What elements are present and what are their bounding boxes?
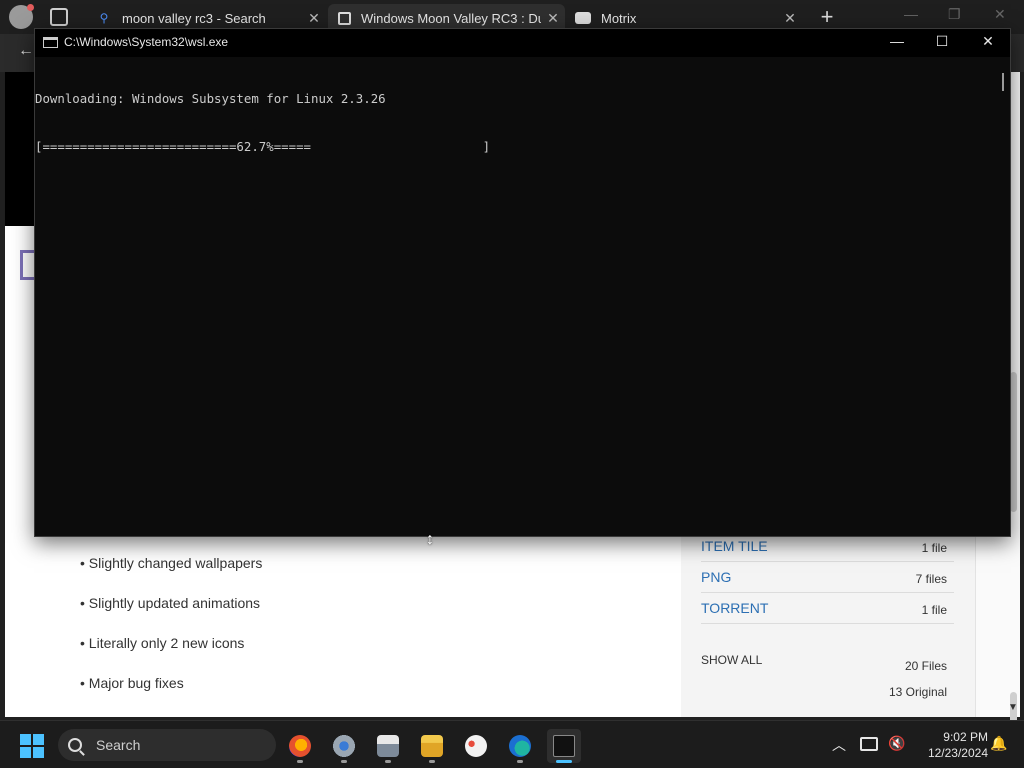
- taskbar-search[interactable]: Search: [58, 729, 276, 761]
- new-tab-button[interactable]: +: [815, 4, 839, 30]
- file-explorer-icon[interactable]: [415, 729, 449, 763]
- scrollbar-thumb[interactable]: [1010, 372, 1017, 512]
- changelog-item: • Slightly updated animations: [80, 595, 261, 611]
- file-type-count: 1 file: [921, 541, 947, 555]
- terminal-line: Downloading: Windows Subsystem for Linux…: [35, 91, 386, 106]
- terminal-output[interactable]: Downloading: Windows Subsystem for Linux…: [35, 59, 490, 187]
- file-type-link[interactable]: PNG: [701, 569, 731, 585]
- browser-minimize-icon[interactable]: —: [904, 6, 918, 22]
- file-type-link[interactable]: ITEM TILE: [701, 538, 768, 554]
- show-all-link[interactable]: SHOW ALL: [701, 653, 762, 667]
- changelog-item: • Major bug fixes: [80, 675, 184, 691]
- file-type-link[interactable]: TORRENT: [701, 600, 768, 616]
- edge-icon[interactable]: [503, 729, 537, 763]
- console-app-icon: [43, 37, 58, 48]
- console-title: C:\Windows\System32\wsl.exe: [64, 35, 229, 49]
- browser-close-icon[interactable]: ✕: [994, 6, 1006, 23]
- divider: [701, 592, 954, 593]
- tab-actions-icon[interactable]: [50, 8, 68, 26]
- speaker-muted-icon[interactable]: 🔇: [888, 735, 905, 752]
- file-type-count: 7 files: [915, 572, 947, 586]
- total-files: 20 Files: [904, 659, 947, 673]
- settings-icon[interactable]: [327, 729, 361, 763]
- show-hidden-icons[interactable]: ︿: [832, 735, 846, 755]
- start-button[interactable]: [20, 734, 44, 758]
- close-button[interactable]: ✕: [973, 33, 1003, 50]
- search-icon: [68, 738, 82, 752]
- search-label: Search: [96, 737, 141, 753]
- wsl-console-window[interactable]: C:\Windows\System32\wsl.exe — ☐ ✕ Downlo…: [34, 28, 1011, 537]
- printer-icon[interactable]: [371, 729, 405, 763]
- app-icon: [575, 12, 591, 24]
- terminal-icon[interactable]: [547, 729, 581, 763]
- browser-restore-icon[interactable]: ❐: [948, 6, 961, 23]
- changelog-item: • Slightly changed wallpapers: [80, 555, 263, 571]
- divider: [701, 561, 954, 562]
- changelog-item: • Literally only 2 new icons: [80, 635, 245, 651]
- tab-title: Motrix: [601, 10, 637, 26]
- paint-icon[interactable]: [459, 729, 493, 763]
- resize-cursor-icon: ↕: [426, 531, 434, 548]
- time: 9:02 PM: [943, 730, 988, 744]
- close-tab-icon[interactable]: ✕: [778, 10, 802, 27]
- date: 12/23/2024: [927, 746, 988, 760]
- close-tab-icon[interactable]: ✕: [541, 10, 565, 27]
- console-scrollbar-thumb[interactable]: [1002, 73, 1004, 91]
- original-files: 13 Original: [888, 685, 947, 699]
- tab-title: moon valley rc3 - Search: [122, 10, 266, 26]
- progress-bar-line: [==========================62.7%===== ]: [35, 139, 491, 154]
- firefox-icon[interactable]: [283, 729, 317, 763]
- scroll-down-icon[interactable]: ▼: [1008, 702, 1018, 713]
- maximize-button[interactable]: ☐: [927, 33, 957, 50]
- network-icon[interactable]: [860, 737, 878, 751]
- archive-logo-icon: [20, 250, 34, 280]
- notification-icon[interactable]: 🔔: [990, 735, 1007, 752]
- taskbar: Search ︿ 🔇 9:02 PM 12/23/2024 🔔: [0, 720, 1024, 768]
- file-type-count: 1 file: [921, 603, 947, 617]
- search-icon: ⚲: [99, 11, 109, 25]
- console-title-bar[interactable]: C:\Windows\System32\wsl.exe — ☐ ✕: [35, 29, 1010, 57]
- minimize-button[interactable]: —: [882, 33, 912, 49]
- profile-avatar-icon[interactable]: [9, 4, 34, 29]
- divider: [701, 623, 954, 624]
- close-tab-icon[interactable]: ✕: [302, 10, 326, 27]
- archive-icon: [338, 11, 351, 25]
- clock[interactable]: 9:02 PM 12/23/2024: [908, 729, 988, 761]
- back-arrow-icon[interactable]: ←: [18, 42, 34, 60]
- tab-title: Windows Moon Valley RC3 : Dum: [361, 10, 541, 26]
